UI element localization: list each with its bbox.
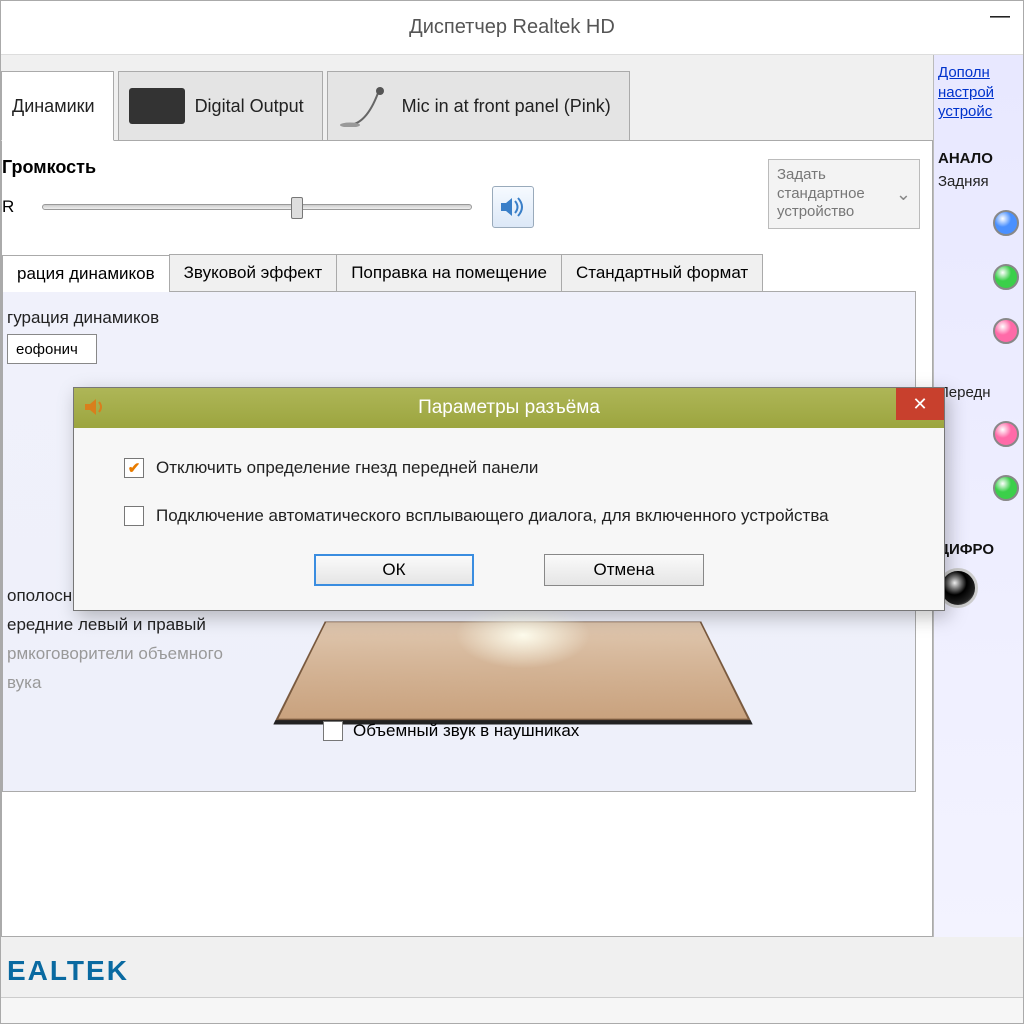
- subtab-label: Звуковой эффект: [184, 263, 323, 282]
- speaker-sound-icon: [499, 195, 527, 219]
- set-default-device-button[interactable]: Задать стандартное устройство ⌄: [768, 159, 920, 229]
- status-bar: [1, 997, 1023, 1023]
- dialog-close-button[interactable]: ✕: [896, 388, 944, 420]
- dialog-title: Параметры разъёма: [418, 397, 600, 419]
- window-title: Диспетчер Realtek HD: [409, 16, 615, 39]
- disable-front-detect-label: Отключить определение гнезд передней пан…: [156, 458, 538, 478]
- opt-surround-label: рмкоговорители объемного вука: [7, 640, 241, 698]
- jack-blue[interactable]: [993, 210, 1019, 236]
- tab-mic-front[interactable]: Mic in at front panel (Pink): [327, 71, 630, 141]
- analog-front-label: Передн: [938, 384, 1019, 401]
- device-tabs: Динамики Digital Output Mic in at front …: [1, 71, 933, 141]
- analog-header: АНАЛО: [938, 150, 1019, 167]
- subtab-default-format[interactable]: Стандартный формат: [561, 254, 763, 291]
- subtab-bar: рация динамиков Звуковой эффект Поправка…: [2, 254, 916, 292]
- jack-pink[interactable]: [993, 318, 1019, 344]
- subtab-label: Поправка на помещение: [351, 263, 547, 282]
- tab-digital-output[interactable]: Digital Output: [118, 71, 323, 141]
- subtab-sound-effect[interactable]: Звуковой эффект: [169, 254, 338, 291]
- realtek-logo: EALTEK: [7, 955, 129, 987]
- tab-label: Mic in at front panel (Pink): [402, 96, 611, 117]
- set-default-label: Задать стандартное устройство: [777, 166, 892, 222]
- headphone-surround-row: Объемный звук в наушниках: [323, 721, 579, 741]
- app-window: Диспетчер Realtek HD ― Динамики Digital …: [0, 0, 1024, 1024]
- auto-popup-label: Подключение автоматического всплывающего…: [156, 506, 829, 526]
- subtab-speaker-config[interactable]: рация динамиков: [2, 255, 170, 292]
- volume-slider[interactable]: [42, 204, 472, 210]
- device-advanced-settings-link[interactable]: Дополн настрой устройс: [938, 63, 1019, 122]
- tab-label: Динамики: [12, 96, 95, 117]
- tab-speakers[interactable]: Динамики: [1, 71, 114, 141]
- dropdown-partial-text: еофонич: [16, 341, 78, 358]
- headphone-surround-label: Объемный звук в наушниках: [353, 721, 579, 741]
- subtab-label: рация динамиков: [17, 264, 155, 283]
- jack-front-pink[interactable]: [993, 421, 1019, 447]
- channel-label: R: [2, 197, 22, 217]
- config-header: гурация динамиков: [7, 308, 903, 328]
- cancel-button[interactable]: Отмена: [544, 554, 704, 586]
- microphone-icon: [338, 85, 392, 127]
- chevron-down-icon: ⌄: [896, 183, 911, 206]
- jack-front-green[interactable]: [993, 475, 1019, 501]
- digital-header: ЦИФРО: [938, 541, 1019, 558]
- sidebar-right: Дополн настрой устройс АНАЛО Задняя Пере…: [933, 55, 1023, 937]
- dialog-titlebar: Параметры разъёма ✕: [74, 388, 944, 428]
- headphone-surround-checkbox[interactable]: [323, 721, 343, 741]
- tab-label: Digital Output: [195, 96, 304, 117]
- opt-front-label: ередние левый и правый: [7, 611, 241, 640]
- subtab-label: Стандартный формат: [576, 263, 748, 282]
- mute-button[interactable]: [492, 186, 534, 228]
- auto-popup-checkbox[interactable]: [124, 506, 144, 526]
- speaker-small-icon: [82, 394, 108, 420]
- connector-settings-dialog: Параметры разъёма ✕ Отключить определени…: [73, 387, 945, 611]
- subtab-room-correction[interactable]: Поправка на помещение: [336, 254, 562, 291]
- analog-back-label: Задняя: [938, 173, 1019, 190]
- ok-button[interactable]: ОК: [314, 554, 474, 586]
- jack-green[interactable]: [993, 264, 1019, 290]
- slider-thumb[interactable]: [291, 197, 303, 219]
- titlebar: Диспетчер Realtek HD ―: [1, 1, 1023, 55]
- speaker-config-dropdown[interactable]: еофонич: [7, 334, 97, 364]
- digital-device-icon: [129, 88, 185, 124]
- disable-front-detect-checkbox[interactable]: [124, 458, 144, 478]
- window-controls: ―: [977, 1, 1023, 31]
- minimize-button[interactable]: ―: [977, 1, 1023, 31]
